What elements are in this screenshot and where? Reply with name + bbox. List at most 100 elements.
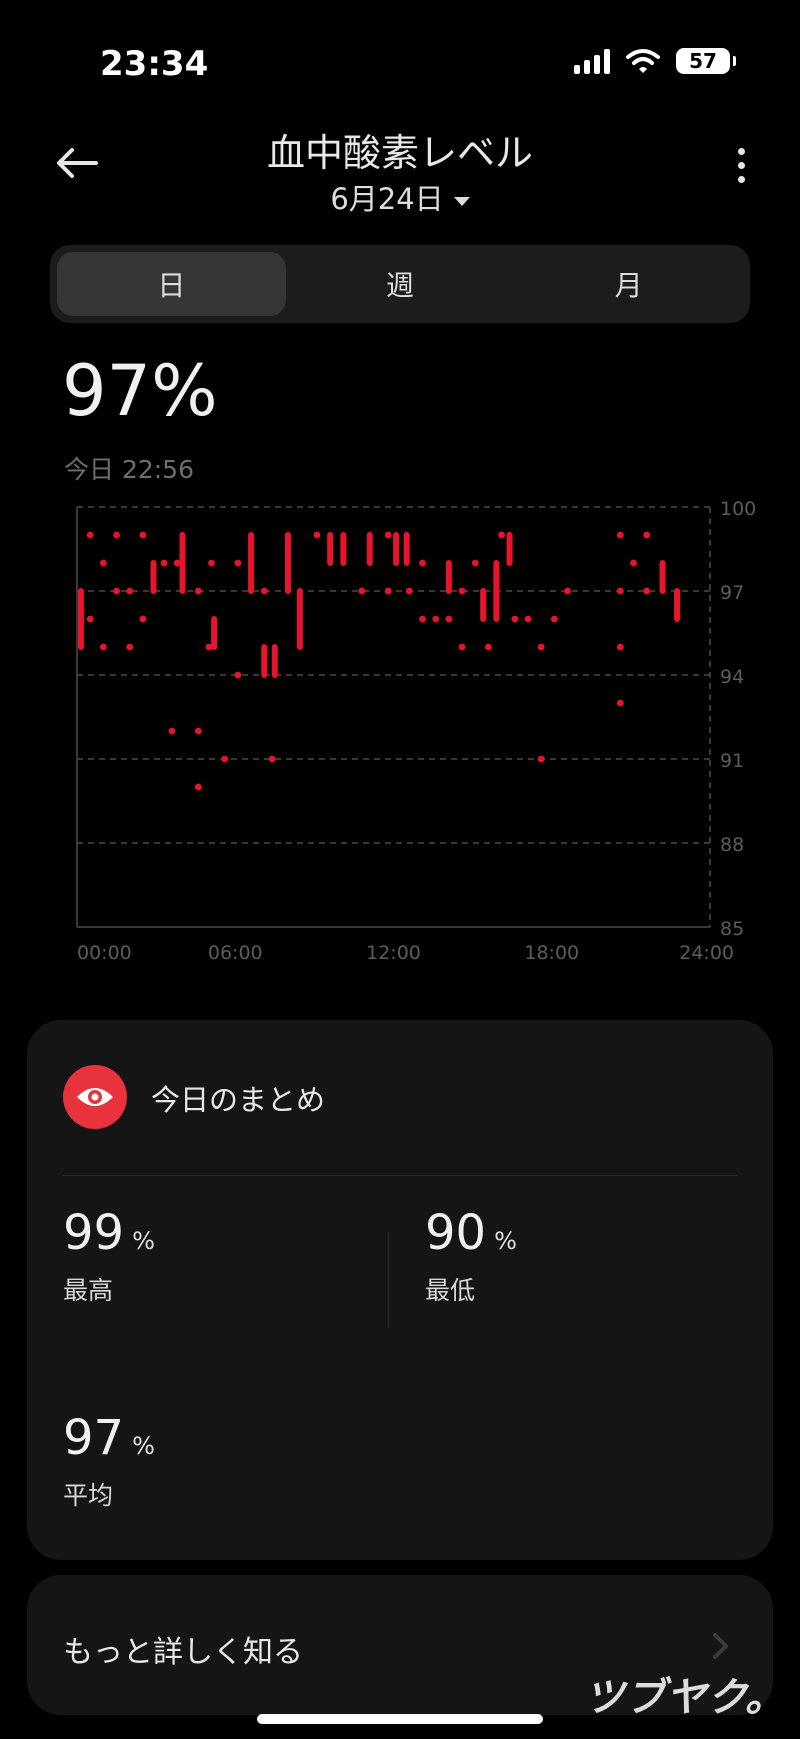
summary-title: 今日のまとめ [151,1083,326,1117]
stat-min: 90% 最低 [425,1205,517,1307]
x-tick-label: 12:00 [366,942,421,964]
tab-month[interactable]: 月 [514,252,743,316]
spo2-point [113,531,120,539]
stat-max-label: 最高 [63,1276,114,1305]
spo2-point [126,643,134,651]
chevron-right-icon [713,1633,728,1659]
spo2-point [419,559,426,567]
x-tick-label: 18:00 [524,942,579,964]
spo2-chart: 100 97 94 91 88 85 00:00 06:00 12:00 18:00 24:00 [76,498,756,964]
y-tick-label: 100 [720,498,756,520]
spo2-point [384,531,392,539]
spo2-point [86,615,94,623]
spo2-point [471,559,479,567]
x-tick-label: 24:00 [679,942,734,964]
stat-max-value: 99 [63,1205,125,1261]
spo2-point [616,643,624,651]
divider [63,1175,737,1176]
spo2-point [419,615,426,623]
status-icons: 57 [574,48,736,74]
spo2-point [99,643,107,651]
spo2-point [643,531,651,539]
spo2-point [458,587,466,595]
spo2-point [630,559,637,567]
y-tick-label: 85 [720,918,744,940]
spo2-point [168,727,176,735]
learn-more-label: もっと詳しく知る [63,1635,303,1670]
spo2-point [173,559,181,567]
spo2-point [511,615,519,623]
spo2-point [643,587,651,595]
spo2-point [498,531,506,539]
spo2-point [458,643,466,651]
spo2-point [616,699,624,707]
wifi-icon [626,49,660,73]
spo2-point [524,615,532,623]
tab-day[interactable]: 日 [57,252,286,316]
spo2-point [139,531,147,539]
home-indicator [257,1714,543,1724]
tab-week[interactable]: 週 [286,252,515,316]
spo2-point [99,559,107,567]
header: 血中酸素レベル 6月24日 [0,110,800,220]
spo2-point [234,559,242,567]
stat-max-unit: % [132,1227,155,1255]
stat-min-unit: % [494,1227,517,1255]
spo2-point [537,755,545,763]
y-tick-label: 88 [720,834,744,856]
spo2-point [86,531,94,539]
y-tick-label: 91 [720,750,744,772]
summary-card: 今日のまとめ 99% 最高 90% 最低 97% 平均 [27,1020,773,1560]
spo2-point [268,755,276,763]
status-time: 23:34 [100,44,209,84]
spo2-point [194,727,202,735]
spo2-point [313,531,321,539]
spo2-point [445,615,453,623]
spo2-point [384,587,392,595]
watermark-logo: ツブヤク。 [584,1675,786,1721]
stat-avg: 97% 平均 [63,1410,155,1512]
spo2-point [194,783,202,791]
spo2-point [485,643,492,651]
stat-min-value: 90 [425,1205,487,1261]
date-label: 6月24日 [330,182,444,216]
page-title: 血中酸素レベル [266,131,533,175]
spo2-point [139,615,147,623]
spo2-point [194,587,202,595]
spo2-point [550,615,558,623]
caret-down-icon [453,196,470,206]
spo2-point [160,559,168,567]
x-tick-label: 06:00 [208,942,263,964]
date-selector[interactable]: 6月24日 [0,176,800,218]
y-tick-label: 94 [720,666,744,688]
spo2-point [564,587,571,595]
stat-min-label: 最低 [425,1276,476,1305]
eye-icon [63,1065,127,1129]
more-menu-icon[interactable] [726,140,756,190]
spo2-point [208,559,215,567]
stat-avg-unit: % [132,1432,155,1460]
spo2-point [405,587,413,595]
y-tick-label: 97 [720,582,744,604]
vertical-divider [388,1232,389,1328]
spo2-point [126,587,134,595]
spo2-point [358,587,366,595]
spo2-point [113,587,120,595]
stat-max: 99% 最高 [63,1205,155,1307]
stat-avg-label: 平均 [63,1481,114,1510]
spo2-point [432,615,440,623]
spo2-point [260,587,268,595]
spo2-point [537,643,545,651]
current-spo2-value: 97% [62,350,218,432]
current-timestamp: 今日 22:56 [64,455,194,484]
spo2-point [234,671,242,679]
x-tick-label: 00:00 [77,942,132,964]
spo2-point [221,755,229,763]
battery-icon: 57 [676,48,736,74]
period-tabs: 日 週 月 [50,245,750,323]
cellular-signal-icon [574,48,610,74]
spo2-point [616,587,624,595]
spo2-point [616,531,624,539]
status-bar: 23:34 57 [0,0,800,110]
stat-avg-value: 97 [63,1410,125,1466]
